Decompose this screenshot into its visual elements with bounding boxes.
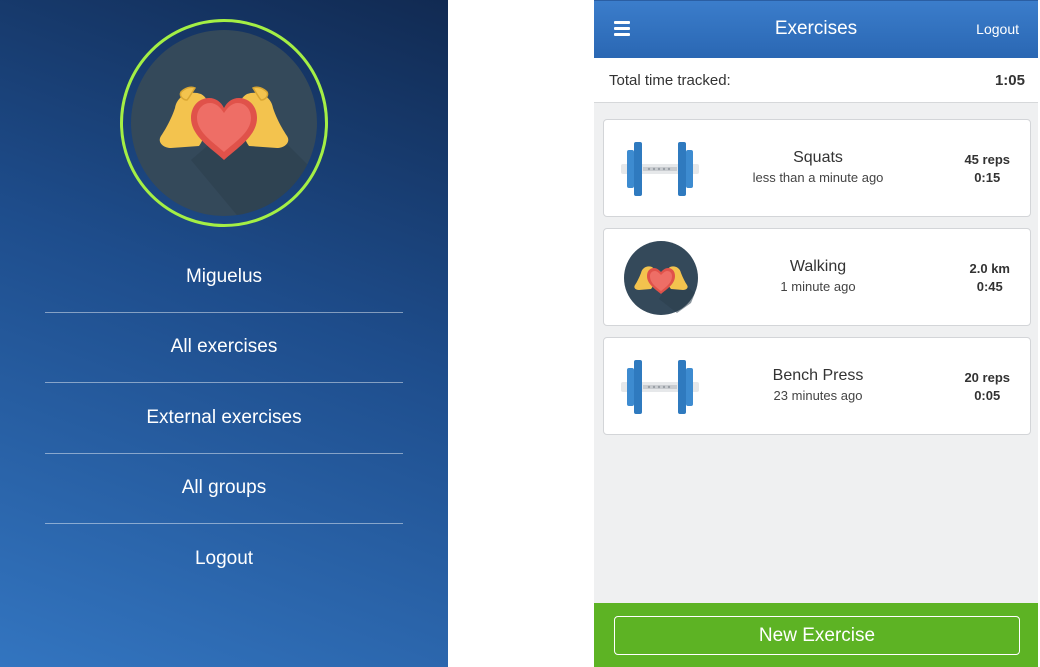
exercise-card[interactable]: Bench Press 23 minutes ago 20 reps 0:05	[603, 337, 1031, 435]
flexed-arms-heart-icon	[131, 30, 317, 216]
exercise-card[interactable]: Walking 1 minute ago 2.0 km 0:45	[603, 228, 1031, 326]
exercise-duration: 0:15	[974, 170, 1001, 185]
exercise-list: Squats less than a minute ago 45 reps 0:…	[603, 119, 1031, 446]
page-title: Exercises	[774, 18, 858, 39]
app-header: Exercises Logout	[594, 0, 1038, 58]
footer-bar: New Exercise	[594, 603, 1038, 667]
navigation-drawer: Miguelus All exercises External exercise…	[0, 0, 448, 667]
total-time-value: 1:05	[994, 71, 1025, 89]
exercise-card[interactable]: Squats less than a minute ago 45 reps 0:…	[603, 119, 1031, 217]
drawer-item-logout[interactable]: Logout	[45, 524, 403, 595]
exercise-amount: 2.0 km	[969, 261, 1010, 276]
exercise-duration: 0:45	[976, 279, 1003, 294]
exercise-time-ago: 1 minute ago	[780, 279, 856, 294]
exercise-time-ago: 23 minutes ago	[773, 388, 863, 403]
user-name: Miguelus	[45, 242, 403, 313]
exercise-time-ago: less than a minute ago	[752, 170, 884, 185]
new-exercise-button[interactable]: New Exercise	[614, 616, 1020, 655]
exercise-duration: 0:05	[974, 388, 1001, 403]
dumbbell-icon	[619, 350, 701, 424]
drawer-item-all-groups[interactable]: All groups	[45, 454, 403, 524]
total-time-label: Total time tracked:	[609, 71, 731, 89]
exercise-amount: 45 reps	[964, 152, 1010, 167]
exercise-name: Walking	[789, 258, 847, 275]
dumbbell-icon	[619, 132, 701, 206]
flexed-arms-heart-icon	[619, 241, 701, 315]
drawer-item-all-exercises[interactable]: All exercises	[45, 313, 403, 383]
exercise-name: Bench Press	[772, 367, 864, 384]
avatar	[120, 19, 328, 227]
drawer-item-external-exercises[interactable]: External exercises	[45, 383, 403, 454]
drawer-menu: Miguelus All exercises External exercise…	[45, 242, 403, 595]
logout-button[interactable]: Logout	[976, 21, 1019, 37]
exercises-screen: Exercises Logout Total time tracked: 1:0…	[594, 0, 1038, 667]
exercise-name: Squats	[793, 149, 843, 166]
total-time-row: Total time tracked: 1:05	[594, 58, 1038, 103]
exercise-amount: 20 reps	[964, 370, 1010, 385]
